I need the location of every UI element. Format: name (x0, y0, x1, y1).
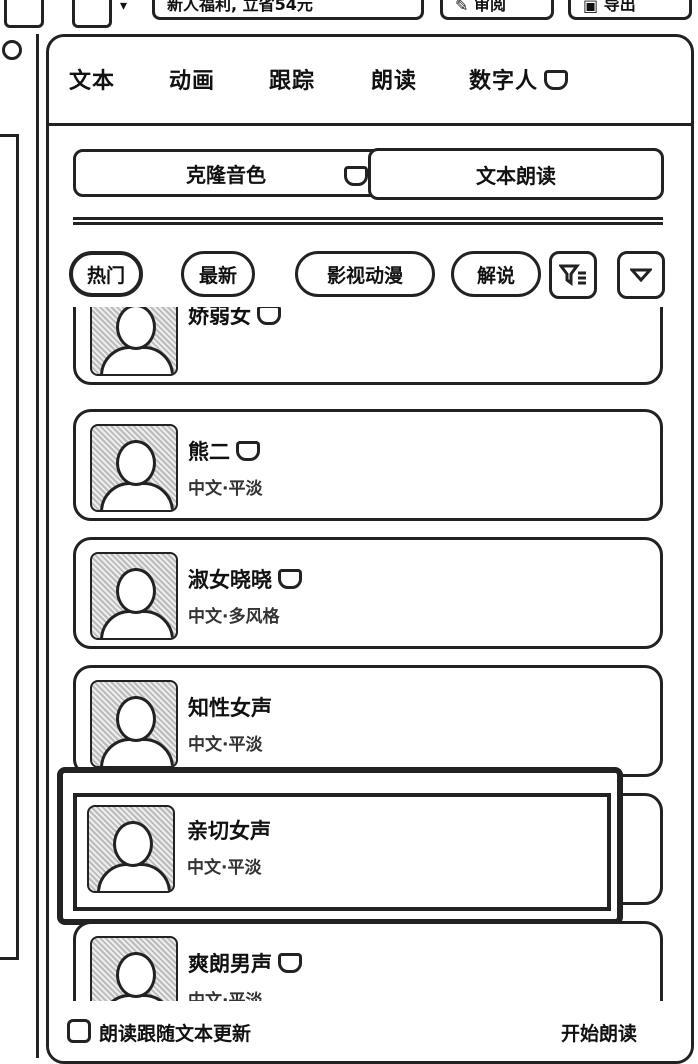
voice-name: 爽朗男声 (188, 948, 302, 978)
clone-voice-label: 克隆音色 (186, 162, 266, 187)
edit-icon: ✎ (455, 0, 469, 15)
voice-name: 熊二 (188, 436, 260, 466)
category-filters: 热门 最新 影视动漫 解说 (69, 251, 669, 301)
review-label: 审阅 (473, 0, 506, 14)
tab-digital-human-label: 数字人 (469, 69, 539, 94)
voice-name: 娇弱女 (188, 307, 281, 330)
voice-tag: 中文·平淡 (188, 479, 263, 499)
top-toolbar: ▾ 新人福利, 立省54元 ✎ 审阅 ▣ 导出 (0, 0, 698, 30)
export-button[interactable]: ▣ 导出 (568, 0, 692, 20)
bottom-bar: 朗读跟随文本更新 开始朗读 (49, 1001, 691, 1061)
search-icon[interactable] (2, 40, 22, 60)
export-label: 导出 (603, 0, 636, 14)
left-panel-edge (0, 34, 40, 1058)
chevron-down-icon (630, 268, 652, 282)
mode-segmented-control: 克隆音色 文本朗读 (73, 148, 664, 200)
funnel-icon (559, 264, 586, 286)
premium-diamond-icon (278, 569, 302, 589)
media-icon[interactable] (72, 0, 112, 28)
premium-diamond-icon (236, 441, 260, 461)
follow-text-label[interactable]: 朗读跟随文本更新 (99, 1019, 251, 1046)
filter-commentary[interactable]: 解说 (451, 251, 541, 297)
voice-avatar (90, 307, 178, 376)
expand-filters-button[interactable] (617, 251, 665, 299)
filter-film-anime[interactable]: 影视动漫 (295, 251, 435, 297)
voice-panel: 文本 动画 跟踪 朗读 数字人 克隆音色 文本朗读 热门 最新 影视动漫 解说 (46, 34, 694, 1064)
filter-hot[interactable]: 热门 (69, 251, 143, 297)
premium-diamond-icon (544, 70, 569, 90)
tab-read-aloud[interactable]: 朗读 (371, 63, 417, 95)
voice-tag: 中文·平淡 (187, 858, 262, 878)
promo-button[interactable]: 新人福利, 立省54元 (152, 0, 424, 20)
selected-voice-highlight: 亲切女声 中文·平淡 (73, 793, 611, 911)
filter-hot-label: 热门 (86, 264, 125, 287)
voice-tag: 中文·多风格 (188, 607, 280, 627)
text-read-label: 文本朗读 (476, 163, 556, 188)
layout-icon[interactable] (4, 0, 44, 28)
voice-name-text: 熊二 (188, 440, 230, 464)
voice-card[interactable]: 淑女晓晓 中文·多风格 (73, 537, 663, 649)
voice-name: 淑女晓晓 (188, 564, 302, 594)
clone-voice-tab[interactable]: 克隆音色 (76, 152, 376, 194)
filter-latest[interactable]: 最新 (181, 251, 255, 297)
voice-card[interactable]: 娇弱女 (73, 307, 663, 385)
review-button[interactable]: ✎ 审阅 (440, 0, 554, 20)
voice-name-text: 娇弱女 (188, 307, 251, 328)
export-icon: ▣ (583, 0, 599, 15)
filter-funnel-button[interactable] (549, 251, 597, 299)
panel-divider (36, 34, 39, 1058)
voice-avatar (87, 805, 175, 893)
start-reading-button[interactable]: 开始朗读 (561, 1019, 637, 1046)
premium-diamond-icon (278, 953, 302, 973)
voice-avatar (90, 552, 178, 640)
voice-avatar (90, 936, 178, 1011)
voice-name-text: 淑女晓晓 (188, 568, 272, 592)
voice-name-text: 爽朗男声 (188, 952, 272, 976)
selected-voice-card[interactable]: 亲切女声 中文·平淡 (57, 767, 623, 925)
premium-diamond-icon (257, 307, 281, 325)
chevron-down-icon[interactable]: ▾ (120, 0, 127, 14)
promo-label: 新人福利, 立省54元 (167, 0, 313, 14)
voice-card[interactable]: 熊二 中文·平淡 (73, 409, 663, 521)
canvas-edge (0, 134, 19, 960)
voice-card[interactable]: 爽朗男声 中文·平淡 (73, 921, 663, 1011)
text-read-tab[interactable]: 文本朗读 (368, 148, 664, 200)
filter-latest-label: 最新 (198, 264, 237, 287)
filter-film-anime-label: 影视动漫 (326, 264, 403, 287)
voice-avatar (90, 424, 178, 512)
premium-diamond-icon (344, 166, 368, 186)
tab-text[interactable]: 文本 (69, 63, 115, 95)
voice-name: 亲切女声 (187, 819, 271, 843)
filter-commentary-label: 解说 (476, 264, 515, 287)
voice-list[interactable]: 娇弱女 熊二 中文·平淡 淑女晓晓 中文·多风格 知性女声 中文·平淡 亲切女声… (49, 307, 691, 1011)
voice-name: 知性女声 (188, 696, 272, 720)
panel-tabs: 文本 动画 跟踪 朗读 数字人 (49, 37, 691, 126)
tab-digital-human[interactable]: 数字人 (469, 63, 569, 95)
follow-text-checkbox[interactable] (67, 1019, 91, 1043)
voice-tag: 中文·平淡 (188, 735, 263, 755)
voice-card[interactable]: 知性女声 中文·平淡 (73, 665, 663, 777)
section-divider (73, 217, 663, 225)
voice-avatar (90, 680, 178, 768)
tab-animation[interactable]: 动画 (169, 63, 215, 95)
tab-tracking[interactable]: 跟踪 (269, 63, 315, 95)
